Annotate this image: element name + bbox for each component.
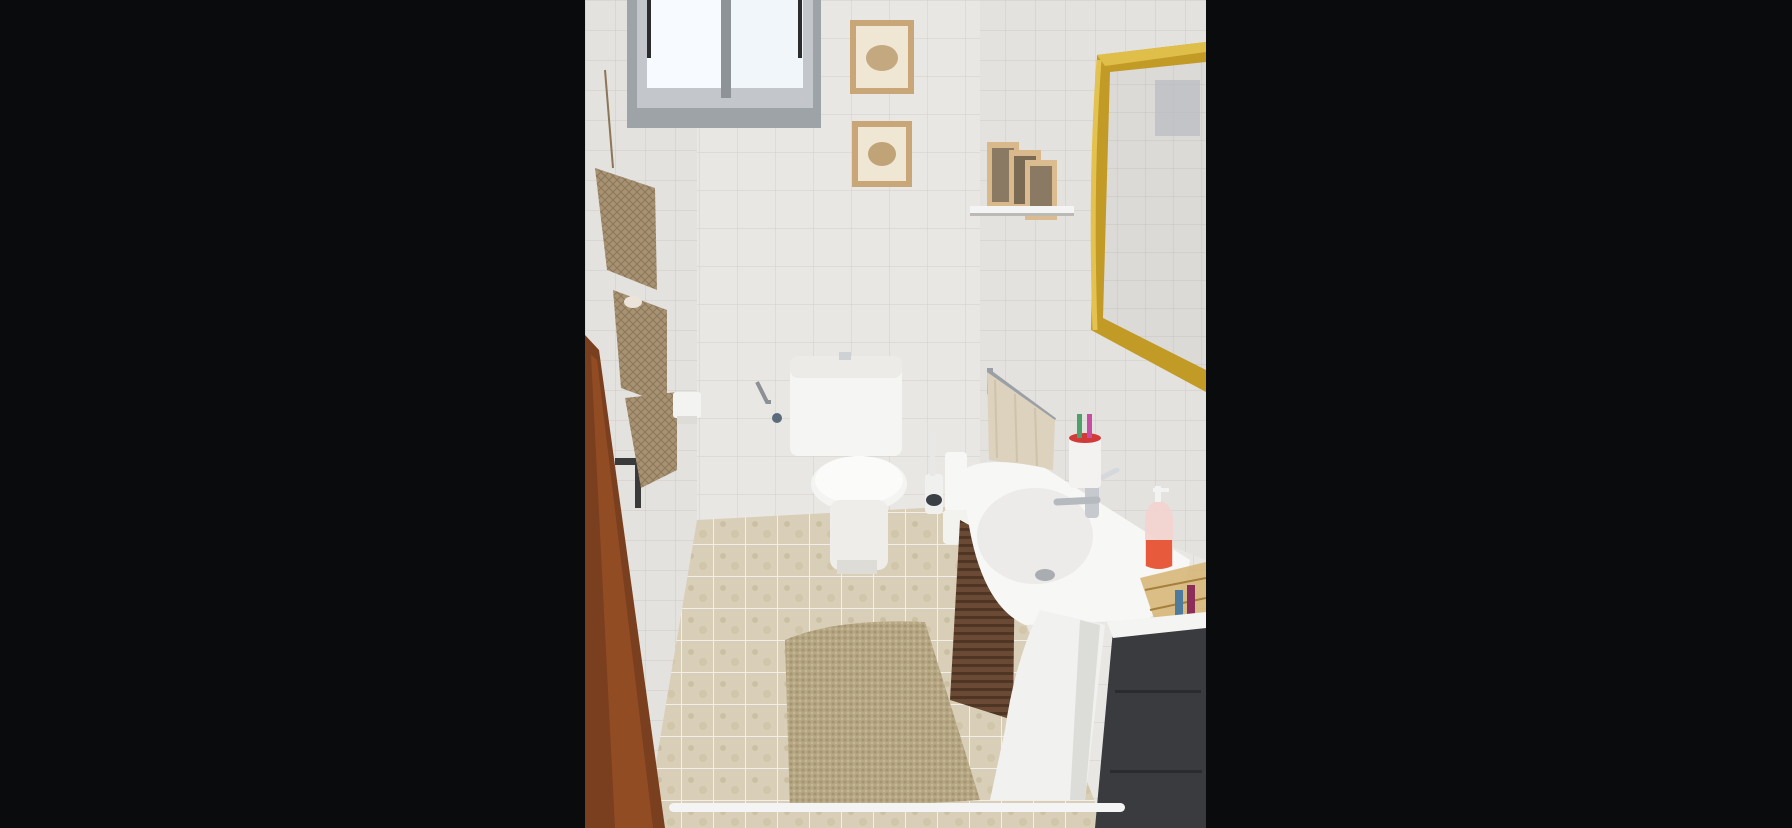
bathroom-scene (585, 0, 1206, 828)
home-indicator[interactable] (669, 803, 1125, 812)
photo-viewer (0, 0, 1792, 828)
bathroom-photo[interactable] (585, 0, 1206, 828)
toilet-paper-holder (673, 392, 701, 424)
image-label (0, 0, 1, 1)
framed-picture-icon (850, 20, 914, 94)
framed-picture-icon (852, 121, 912, 187)
window-icon (627, 0, 821, 128)
